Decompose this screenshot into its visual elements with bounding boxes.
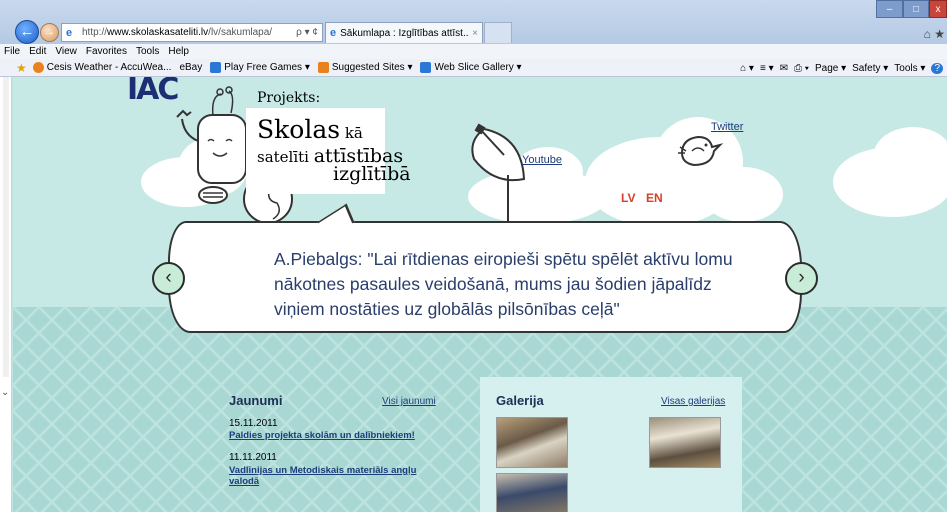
gallery-thumbnail-3[interactable] bbox=[496, 473, 568, 512]
news-title: Jaunumi bbox=[229, 393, 283, 408]
favorites-bar: ★ Cesis Weather - AccuWea... eBay Play F… bbox=[0, 59, 947, 77]
quote-text: A.Piebalgs: "Lai rītdienas eiropieši spē… bbox=[274, 249, 733, 319]
url-host: www.skolaskasateliti.lv bbox=[107, 27, 209, 38]
slider-next-button[interactable]: › bbox=[785, 262, 818, 295]
title-word-sateliti: satelīti bbox=[257, 148, 314, 166]
web-page: IAC Projekts: Skolas kā satelīti attīstī… bbox=[13, 77, 947, 512]
favorites-star-icon[interactable]: ★ bbox=[16, 61, 27, 75]
gallery-thumbnail-2[interactable] bbox=[649, 417, 721, 468]
fav-play-free-games[interactable]: Play Free Games ▾ bbox=[210, 62, 310, 73]
project-title-line3: izglītībā bbox=[333, 163, 411, 185]
page-menu[interactable]: Page ▾ bbox=[815, 63, 846, 74]
tab-title: Sākumlapa : Izglītības attīst... bbox=[340, 27, 470, 39]
forward-button[interactable]: → bbox=[40, 23, 59, 42]
lang-en-link[interactable]: EN bbox=[646, 191, 663, 205]
menu-tools[interactable]: Tools bbox=[136, 46, 159, 57]
news-item-link[interactable]: Paldies projekta skolām un dalībniekiem! bbox=[229, 430, 439, 441]
lang-lv-link[interactable]: LV bbox=[621, 191, 635, 205]
minimize-button[interactable]: – bbox=[876, 0, 903, 18]
home-favorites-icons[interactable]: ⌂ ★ bbox=[924, 27, 945, 41]
address-bar[interactable]: e http://www.skolaskasateliti.lv/lv/saku… bbox=[61, 23, 323, 42]
fav-label: Play Free Games ▾ bbox=[224, 62, 310, 73]
all-galleries-link[interactable]: Visas galerijas bbox=[661, 396, 725, 407]
menu-help[interactable]: Help bbox=[168, 46, 189, 57]
browser-chrome: – □ x ← → e http://www.skolaskasateliti.… bbox=[0, 0, 947, 77]
news-panel: Jaunumi Visi jaunumi 15.11.2011 Paldies … bbox=[220, 382, 446, 512]
url-path: /lv/sakumlapa/ bbox=[208, 27, 273, 38]
gallery-thumbnail-1[interactable] bbox=[496, 417, 568, 468]
maximize-button[interactable]: □ bbox=[903, 0, 929, 18]
feeds-icon[interactable]: ≡ ▾ bbox=[760, 63, 774, 74]
news-date: 15.11.2011 bbox=[229, 418, 278, 429]
project-title-line1: Skolas kā bbox=[257, 115, 363, 144]
chevron-down-icon[interactable]: ⌄ bbox=[1, 387, 9, 398]
tools-menu[interactable]: Tools ▾ bbox=[894, 63, 925, 74]
print-icon[interactable]: ⎙ ▾ bbox=[794, 63, 809, 74]
gallery-panel: Galerija Visas galerijas bbox=[480, 377, 742, 512]
news-date: 11.11.2011 bbox=[229, 452, 277, 463]
iac-logo[interactable]: IAC bbox=[127, 77, 179, 105]
close-window-button[interactable]: x bbox=[929, 0, 947, 18]
safety-menu[interactable]: Safety ▾ bbox=[852, 63, 888, 74]
title-word-skolas: Skolas bbox=[257, 115, 341, 144]
logo-text: IAC bbox=[127, 77, 179, 107]
menu-favorites[interactable]: Favorites bbox=[86, 46, 127, 57]
tab-page-icon: e bbox=[330, 27, 337, 39]
menu-edit[interactable]: Edit bbox=[29, 46, 46, 57]
address-search-refresh-icons[interactable]: ρ ▾ ¢ bbox=[296, 27, 318, 38]
fav-label: Suggested Sites ▾ bbox=[331, 62, 413, 73]
fav-web-slice-gallery[interactable]: Web Slice Gallery ▾ bbox=[420, 62, 522, 73]
new-tab-button[interactable] bbox=[484, 22, 512, 43]
fav-ebay[interactable]: eBay bbox=[179, 62, 202, 73]
twitter-link[interactable]: Twitter bbox=[711, 121, 743, 133]
ie-icon bbox=[210, 62, 222, 73]
window-buttons: – □ x bbox=[876, 0, 947, 18]
fav-label: Cesis Weather - AccuWea... bbox=[46, 62, 172, 73]
projekts-label: Projekts: bbox=[257, 90, 321, 106]
left-side-panel: ⌄ bbox=[0, 77, 12, 512]
address-url[interactable]: http://www.skolaskasateliti.lv/lv/sakuml… bbox=[82, 27, 272, 38]
side-scrollbar[interactable] bbox=[3, 77, 9, 377]
tab-sakumlapa[interactable]: e Sākumlapa : Izglītības attīst... × bbox=[325, 22, 483, 43]
url-prefix: http:// bbox=[82, 27, 108, 38]
suggested-sites-icon bbox=[317, 62, 329, 73]
fav-label: Web Slice Gallery ▾ bbox=[434, 62, 522, 73]
all-news-link[interactable]: Visi jaunumi bbox=[382, 396, 436, 407]
fav-suggested-sites[interactable]: Suggested Sites ▾ bbox=[317, 62, 413, 73]
menu-view[interactable]: View bbox=[55, 46, 77, 57]
menu-file[interactable]: File bbox=[4, 46, 20, 57]
ie-icon bbox=[420, 62, 432, 73]
menu-bar: File Edit View Favorites Tools Help bbox=[0, 44, 947, 59]
mail-icon[interactable]: ✉ bbox=[780, 63, 788, 74]
command-bar: ⌂ ▾ ≡ ▾ ✉ ⎙ ▾ Page ▾ Safety ▾ Tools ▾ ? bbox=[734, 59, 943, 77]
title-word-ka: kā bbox=[340, 124, 363, 142]
news-item-link[interactable]: Vadlīnijas un Metodiskais materiāls angļ… bbox=[229, 465, 419, 487]
slider-prev-button[interactable]: ‹ bbox=[152, 262, 185, 295]
back-button[interactable]: ← bbox=[15, 20, 39, 44]
help-icon[interactable]: ? bbox=[931, 62, 943, 74]
gallery-title: Galerija bbox=[496, 393, 544, 408]
fav-cesis-weather[interactable]: Cesis Weather - AccuWea... bbox=[32, 62, 172, 73]
accuweather-icon bbox=[32, 62, 44, 73]
tab-close-icon[interactable]: × bbox=[472, 28, 478, 39]
fav-label: eBay bbox=[179, 62, 203, 73]
youtube-link[interactable]: Youtube bbox=[522, 154, 562, 166]
home-icon[interactable]: ⌂ ▾ bbox=[740, 63, 754, 74]
ie-page-icon: e bbox=[66, 26, 73, 39]
